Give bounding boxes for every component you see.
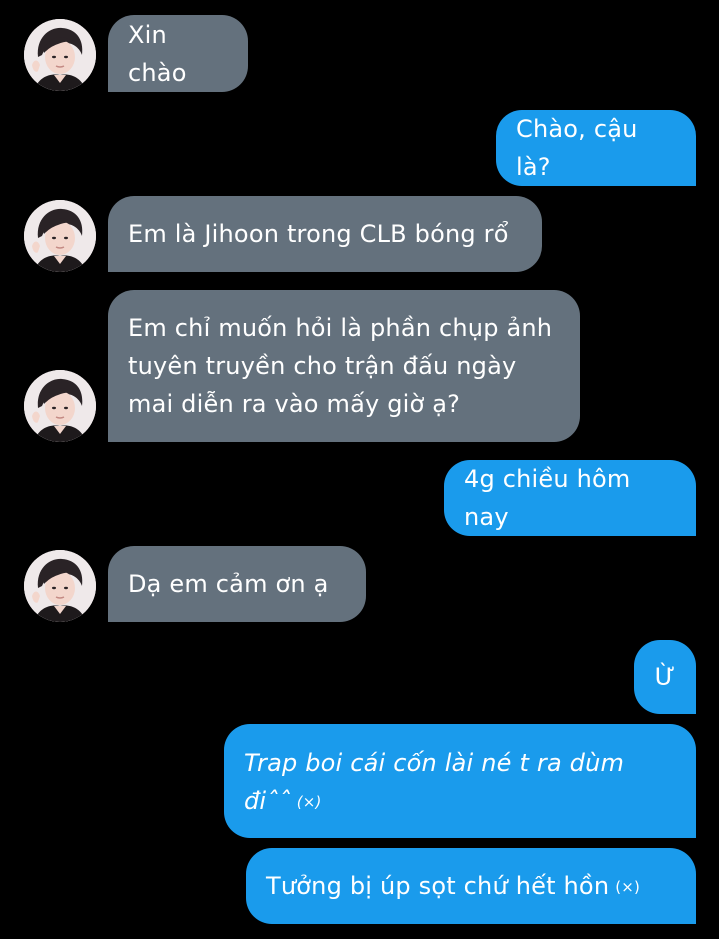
message-text: Tưởng bị úp sọt chứ hết hồn (×): [266, 867, 640, 906]
message-text: Trap boi cái cốn lài né t ra dùm điˆˆ (×): [244, 744, 676, 821]
message-bubble-incoming[interactable]: Em chỉ muốn hỏi là phần chụp ảnh tuyên t…: [108, 290, 580, 442]
message-text: Em là Jihoon trong CLB bóng rổ: [128, 220, 509, 248]
avatar: [24, 550, 96, 622]
message-suffix: (×): [296, 793, 322, 811]
message-bubble-incoming[interactable]: Em là Jihoon trong CLB bóng rổ: [108, 196, 542, 272]
message-bubble-incoming[interactable]: Dạ em cảm ơn ạ: [108, 546, 366, 622]
avatar: [24, 200, 96, 272]
message-bubble-incoming[interactable]: Xin chào: [108, 15, 248, 92]
message-text: Chào, cậu là?: [516, 115, 638, 181]
message-text: 4g chiều hôm nay: [464, 465, 631, 531]
message-bubble-outgoing[interactable]: Trap boi cái cốn lài né t ra dùm điˆˆ (×): [224, 724, 696, 838]
message-body: Tưởng bị úp sọt chứ hết hồn: [266, 871, 610, 900]
avatar: [24, 370, 96, 442]
profile-photo-icon: [24, 370, 96, 442]
message-suffix: (×): [615, 877, 641, 896]
profile-photo-icon: [24, 550, 96, 622]
message-bubble-outgoing[interactable]: Tưởng bị úp sọt chứ hết hồn (×): [246, 848, 696, 924]
message-bubble-outgoing[interactable]: Chào, cậu là?: [496, 110, 696, 186]
message-text: Em chỉ muốn hỏi là phần chụp ảnh tuyên t…: [128, 314, 553, 418]
message-text: Xin chào: [128, 20, 187, 87]
profile-photo-icon: [24, 200, 96, 272]
message-bubble-outgoing[interactable]: 4g chiều hôm nay: [444, 460, 696, 536]
message-bubble-outgoing[interactable]: Ừ: [634, 640, 696, 714]
profile-photo-icon: [24, 19, 96, 91]
message-text: Dạ em cảm ơn ạ: [128, 570, 329, 598]
avatar: [24, 19, 96, 91]
message-text: Ừ: [654, 663, 676, 691]
